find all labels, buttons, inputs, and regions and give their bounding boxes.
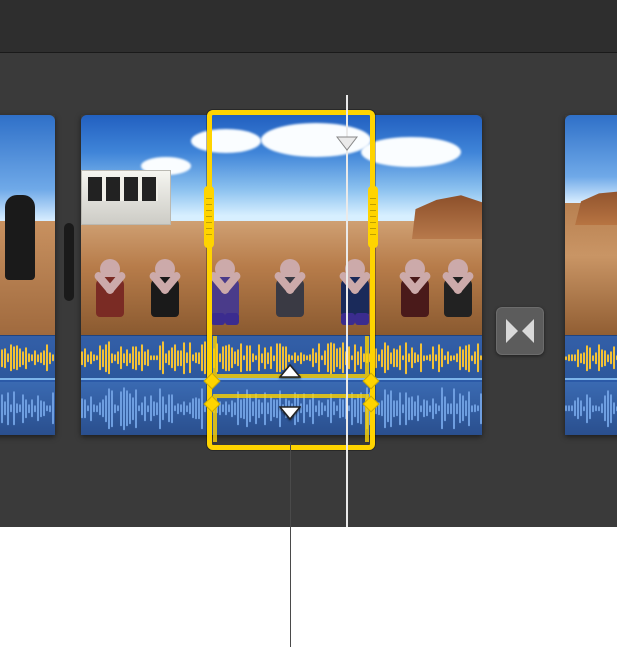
waveform	[565, 336, 617, 380]
timeline-header	[0, 0, 617, 52]
selection-trim-handle-right[interactable]	[368, 186, 378, 248]
playhead-line[interactable]	[346, 95, 348, 527]
transition-cross-dissolve[interactable]	[496, 307, 544, 355]
clip-audio-track[interactable]	[565, 335, 617, 435]
clip-thumbnail	[0, 115, 55, 335]
expand-selection-up[interactable]	[279, 362, 301, 380]
volume-line[interactable]	[0, 378, 55, 380]
waveform	[0, 336, 55, 380]
transition-icon	[504, 315, 536, 347]
timeline-panel	[0, 0, 617, 527]
help-figure	[0, 0, 617, 652]
expand-selection-down[interactable]	[279, 404, 301, 422]
clip-thumbnail	[81, 115, 482, 335]
selection-trim-handle-left[interactable]	[204, 186, 214, 248]
waveform	[0, 382, 55, 435]
playhead[interactable]	[335, 135, 359, 151]
callout-leader-line	[290, 442, 291, 647]
waveform	[565, 382, 617, 435]
timeline-track[interactable]	[0, 53, 617, 527]
clip-previous[interactable]	[0, 115, 55, 435]
clip-next[interactable]	[565, 115, 617, 435]
vertical-scroll-handle[interactable]	[64, 223, 74, 301]
volume-line[interactable]	[565, 378, 617, 380]
clip-audio-track[interactable]	[0, 335, 55, 435]
clip-selected[interactable]	[81, 115, 482, 435]
clip-thumbnail	[565, 115, 617, 335]
